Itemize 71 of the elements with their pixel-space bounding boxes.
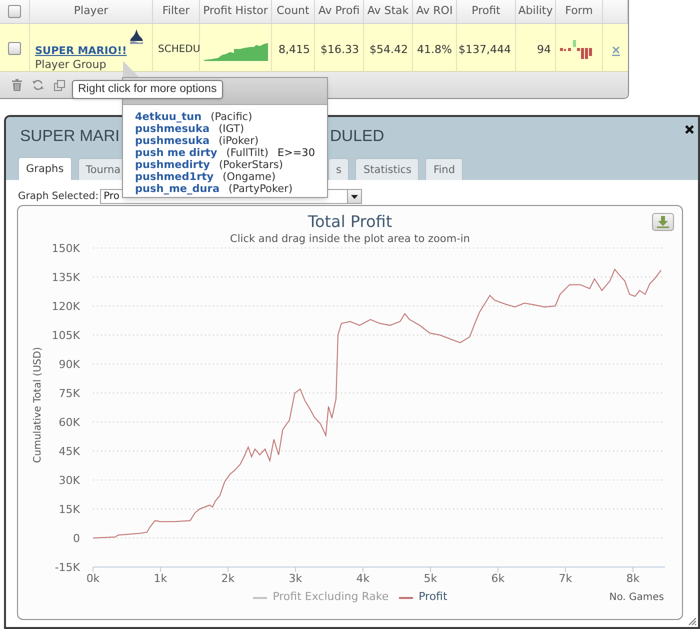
y-tick-label: 135K [52, 271, 80, 284]
note-label: E>=30 [277, 146, 316, 160]
y-tick-label: -15K [54, 561, 80, 574]
window-title: SUPER MARI [20, 127, 120, 147]
y-tick-label: 150K [52, 242, 80, 255]
y-tick-label: 75K [58, 387, 80, 400]
chart-subtitle: Click and drag inside the plot area to zoom-in [229, 232, 471, 246]
tab[interactable]: Graphs [18, 157, 72, 180]
chart-title: Total Profit [308, 212, 392, 232]
x-tick-label: 4k [356, 572, 370, 585]
caret-icon [350, 194, 358, 198]
trash-icon[interactable] [12, 79, 22, 91]
resize-grip-icon[interactable] [688, 617, 697, 626]
network-label: (iPoker) [218, 134, 259, 148]
y-tick-label: 0 [73, 532, 80, 545]
y-tick-label: 30K [58, 474, 80, 487]
refresh-icon[interactable] [32, 79, 44, 91]
window-title: DULED [330, 127, 384, 147]
column-header[interactable]: Av Profi [315, 0, 364, 23]
x-tick-label: 8k [626, 572, 640, 585]
tab[interactable]: Find [425, 158, 463, 180]
x-tick-label: 1k [154, 572, 168, 585]
network-label: (FullTilt) [226, 146, 268, 160]
network-label: (IGT) [218, 122, 244, 136]
y-tick-label: 45K [58, 445, 80, 458]
tab[interactable]: s [328, 158, 350, 180]
profit-sparkline [204, 43, 268, 61]
column-header[interactable]: Filter [153, 0, 200, 23]
table-row[interactable]: SUPER MARIO!! Player Group SCHEDU 8,415 $16.33 $54.42 41.8% $137,444 94 [0, 24, 628, 72]
column-header[interactable]: Form [556, 0, 603, 23]
select-all-checkbox[interactable] [8, 5, 21, 18]
y-tick-label: 15K [58, 503, 80, 516]
y-tick-label: 60K [58, 416, 80, 429]
y-axis-title: Cumulative Total (USD) [32, 347, 44, 463]
sail-icon [130, 29, 143, 44]
x-tick-label: 3k [288, 572, 302, 585]
download-icon [657, 216, 669, 228]
network-label: (PartyPoker) [228, 182, 293, 198]
x-tick-label: 5k [424, 572, 438, 585]
column-header[interactable]: Profit [457, 0, 516, 23]
x-tick-label: 6k [491, 572, 505, 585]
network-label: (Ongame) [222, 170, 276, 184]
popup-pointer-icon [123, 61, 140, 78]
row-checkbox[interactable] [8, 42, 21, 54]
column-header[interactable]: Player [30, 0, 153, 23]
player-type-label: Player Group [35, 58, 106, 72]
network-label: (Pacific) [210, 110, 252, 124]
column-header[interactable]: Profit Histor [200, 0, 272, 23]
y-tick-label: 90K [58, 358, 80, 371]
network-label: (PokerStars) [218, 158, 283, 172]
x-tick-label: 0k [86, 572, 100, 585]
tooltip: Right click for more options [72, 80, 223, 99]
tab[interactable]: Statistics [355, 158, 420, 180]
x-axis-title: No. Games [609, 591, 665, 605]
legend-item[interactable]: Profit [398, 589, 448, 606]
column-header[interactable]: Ability [516, 0, 556, 23]
x-tick-label: 7k [558, 572, 572, 585]
column-header[interactable]: Av Stak [364, 0, 413, 23]
y-tick-label: 105K [52, 329, 80, 342]
player-link[interactable]: SUPER MARIO!! [35, 44, 127, 58]
member-link[interactable]: push_me_dura [135, 182, 220, 198]
graph-selected-label: Graph Selected: [18, 190, 99, 204]
column-header[interactable]: Count [272, 0, 315, 23]
x-tick-label: 2k [221, 572, 235, 585]
dropdown-button[interactable] [346, 190, 361, 203]
close-icon[interactable] [685, 125, 694, 134]
copy-icon[interactable] [54, 80, 65, 90]
column-header[interactable]: Av ROI [413, 0, 457, 23]
y-tick-label: 120K [52, 300, 80, 313]
download-button[interactable] [652, 213, 674, 231]
legend-line-icon [252, 596, 267, 598]
